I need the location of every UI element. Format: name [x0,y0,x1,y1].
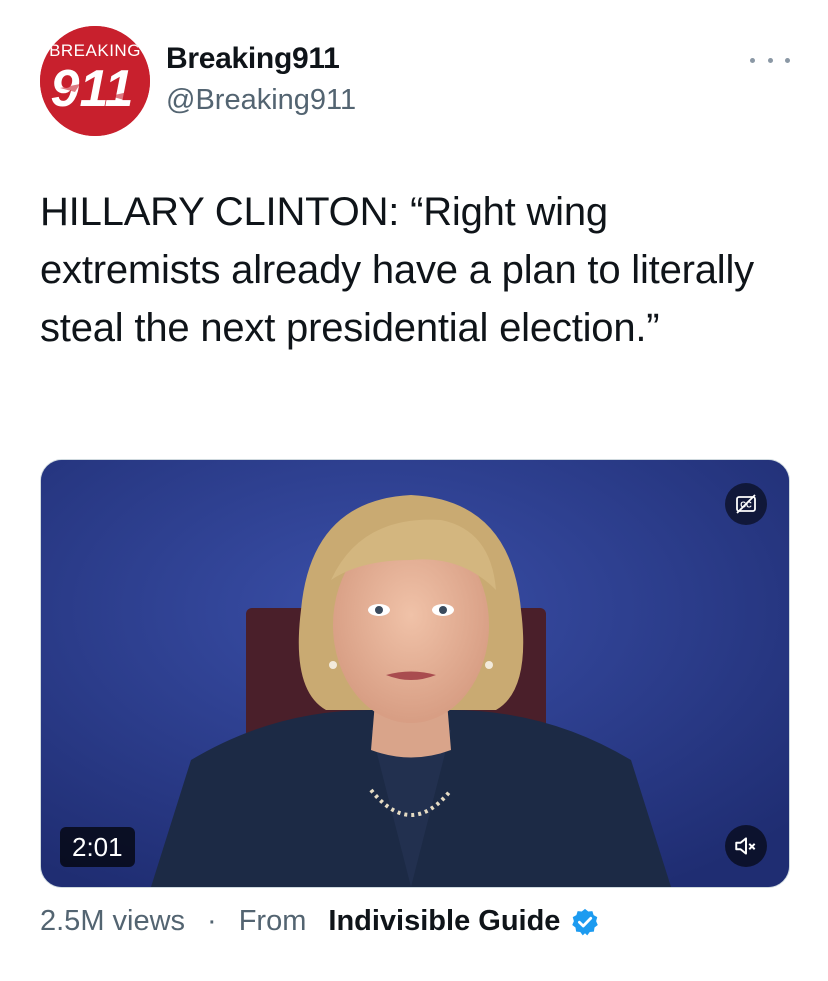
more-dots-icon[interactable] [750,50,790,70]
svg-text:BREAKING: BREAKING [49,41,141,60]
meta-separator: · [207,905,217,937]
captions-off-icon[interactable]: CC [725,483,767,525]
breaking911-logo-avatar: BREAKING 911 [40,26,150,136]
tweet-text: HILLARY CLINTON: “Right wing extremists … [40,190,754,350]
author-avatar[interactable]: BREAKING 911 [40,26,150,136]
view-count: 2.5M views [40,905,186,937]
video-duration: 2:01 [60,827,135,867]
svg-text:911: 911 [51,60,134,118]
verified-badge-icon [572,908,599,935]
video-frame [41,460,789,887]
tweet-meta: 2.5M views · From Indivisible Guide [40,905,600,938]
author-name[interactable]: Breaking911 [166,42,340,76]
source-account-link[interactable]: Indivisible Guide [328,905,560,938]
muted-speaker-icon[interactable] [725,825,767,867]
author-handle[interactable]: @Breaking911 [166,84,356,117]
video-player[interactable]: CC 2:01 [40,459,790,888]
from-label: From [238,905,307,937]
